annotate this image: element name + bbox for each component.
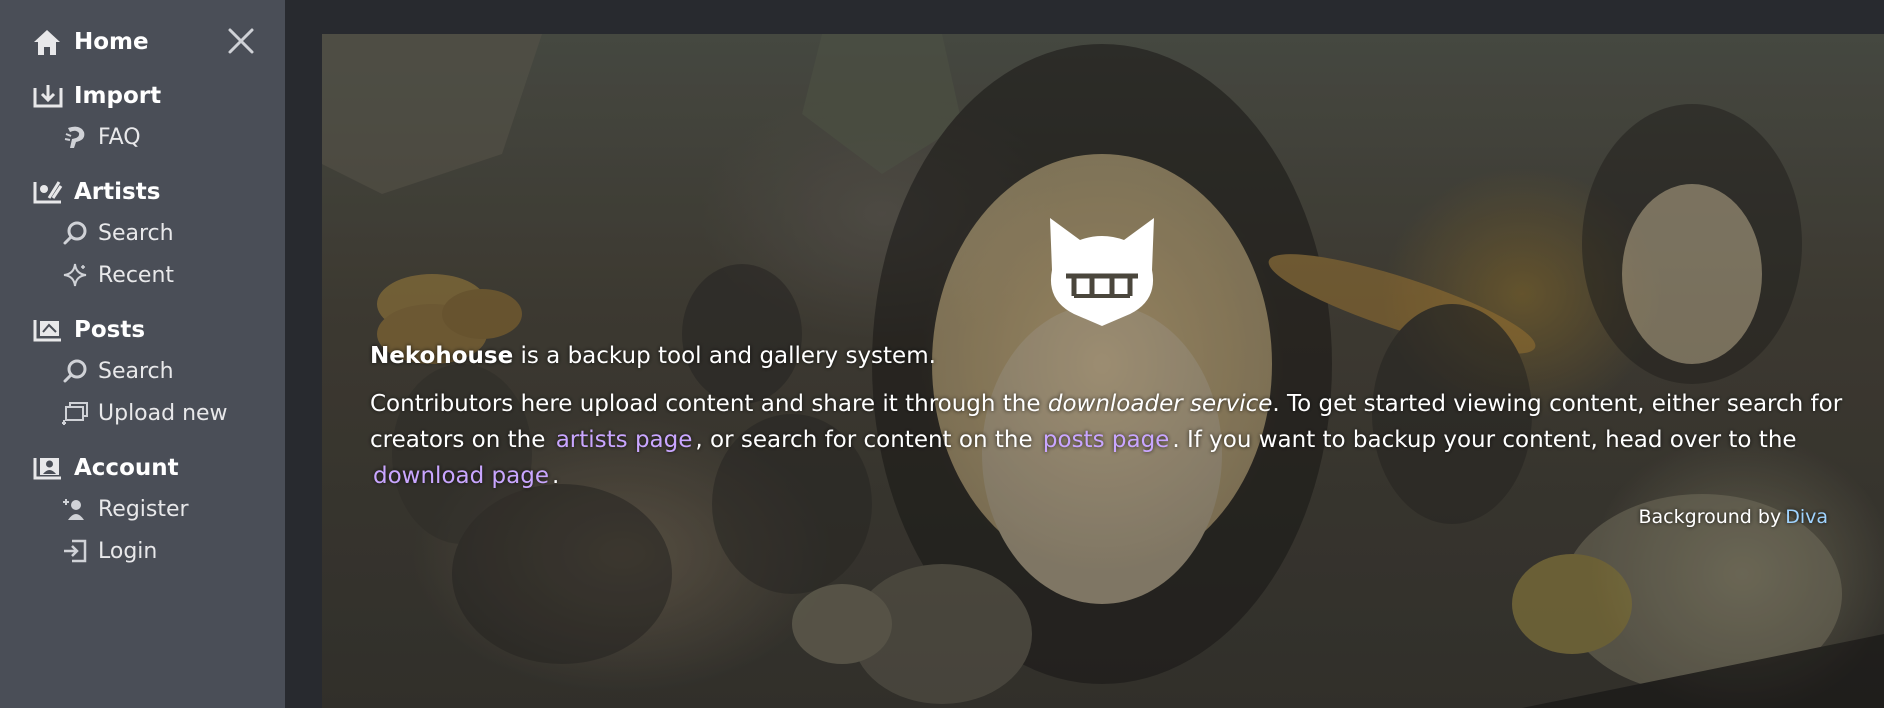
intro-text: Nekohouse is a backup tool and gallery s… [370, 338, 1850, 506]
sidebar-item-label: Login [98, 538, 158, 564]
sidebar-item-artists-recent[interactable]: Recent [32, 254, 174, 296]
tagline-text: is a backup tool and gallery system. [513, 343, 936, 369]
sidebar-item-account[interactable]: Account [32, 448, 189, 488]
intro-text-3: , or search for content on the [695, 427, 1040, 453]
nav-import-section: Import FAQ [32, 76, 161, 158]
intro-paragraph: Contributors here upload content and sha… [370, 386, 1850, 494]
sidebar-item-posts-upload[interactable]: Upload new [32, 392, 228, 434]
nav-posts-section: Posts Search Upload new [32, 310, 228, 434]
nav-artists-section: Artists Search Recent [32, 172, 174, 296]
login-icon [60, 537, 90, 565]
upload-icon [60, 399, 90, 427]
faq-icon [60, 123, 90, 151]
search-icon [60, 357, 90, 385]
nav-home-section: Home [32, 22, 149, 62]
sidebar-item-label: Import [74, 83, 162, 109]
artists-page-link[interactable]: artists page [553, 427, 696, 453]
home-icon [32, 28, 64, 56]
download-page-link[interactable]: download page [370, 463, 552, 489]
sidebar-item-posts-search[interactable]: Search [32, 350, 228, 392]
brand-name: Nekohouse [370, 343, 514, 369]
nav-account-section: Account Register Login [32, 448, 189, 572]
sidebar-item-label: Account [74, 455, 179, 481]
sidebar-item-import[interactable]: Import [32, 76, 161, 116]
sidebar-item-label: Recent [98, 262, 175, 288]
sidebar-item-label: Register [98, 496, 189, 522]
account-icon [32, 454, 64, 482]
posts-page-link[interactable]: posts page [1040, 427, 1172, 453]
close-icon[interactable] [226, 26, 256, 56]
credit-prefix: Background by [1638, 506, 1782, 528]
sidebar-item-label: Posts [74, 317, 146, 343]
intro-text-1: Contributors here upload content and sha… [370, 391, 1048, 417]
sidebar-item-artists[interactable]: Artists [32, 172, 174, 212]
background-credit: Background by Diva [1639, 506, 1829, 528]
sidebar-item-register[interactable]: Register [32, 488, 189, 530]
nekohouse-logo [1040, 210, 1164, 328]
import-icon [32, 82, 64, 110]
intro-text-5: . [551, 463, 560, 489]
downloader-service-text: downloader service [1047, 391, 1273, 417]
sidebar: Home Import FAQ Artists Search Recent Po… [0, 0, 285, 708]
artists-icon [32, 178, 64, 206]
credit-artist-link[interactable]: Diva [1781, 506, 1828, 528]
sidebar-item-posts[interactable]: Posts [32, 310, 228, 350]
sidebar-item-login[interactable]: Login [32, 530, 189, 572]
sparkle-icon [60, 261, 90, 289]
sidebar-item-faq[interactable]: FAQ [32, 116, 161, 158]
tagline: Nekohouse is a backup tool and gallery s… [370, 338, 1850, 374]
sidebar-item-artists-search[interactable]: Search [32, 212, 174, 254]
search-icon [60, 219, 90, 247]
hero-banner: Nekohouse is a backup tool and gallery s… [322, 34, 1884, 708]
sidebar-item-label: Search [98, 358, 174, 384]
sidebar-item-home[interactable]: Home [32, 22, 149, 62]
sidebar-item-label: Artists [74, 179, 161, 205]
posts-icon [32, 316, 64, 344]
intro-text-4: . If you want to backup your content, he… [1172, 427, 1797, 453]
register-icon [60, 495, 90, 523]
sidebar-item-label: Search [98, 220, 174, 246]
sidebar-item-label: Home [74, 29, 149, 55]
sidebar-item-label: FAQ [98, 124, 141, 150]
sidebar-item-label: Upload new [98, 400, 228, 426]
